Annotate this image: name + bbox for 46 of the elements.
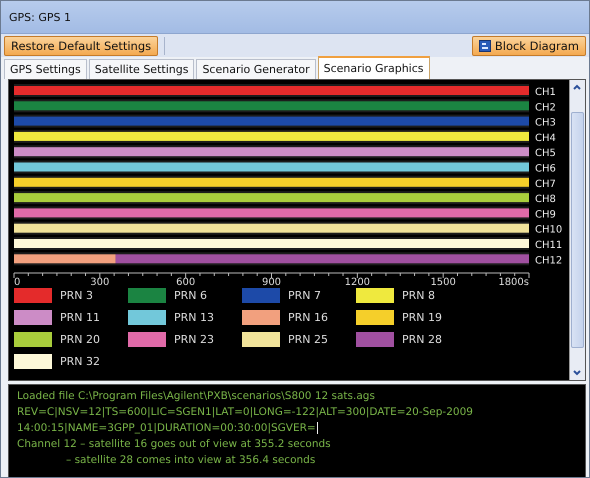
channel-label: CH1 — [535, 87, 556, 98]
tick-label: 1800s — [498, 277, 529, 286]
tick-label: 600 — [176, 277, 196, 286]
legend-label: PRN 16 — [288, 311, 328, 324]
channel-label: CH4 — [535, 132, 556, 144]
legend-label: PRN 19 — [402, 311, 442, 324]
tab[interactable]: GPS Settings — [4, 59, 87, 79]
channel-label: CH10 — [535, 224, 562, 236]
log-line: Loaded file C:\Program Files\Agilent\PXB\scenarios\S800 12 sats.ags — [17, 390, 375, 402]
diagram-icon — [478, 40, 491, 52]
tick-label: 0 — [14, 277, 20, 286]
channel-label: CH12 — [535, 255, 562, 266]
legend-label: PRN 8 — [402, 289, 435, 302]
legend-label: PRN 23 — [174, 333, 214, 346]
tick-label: 900 — [262, 277, 282, 286]
channel-label: CH6 — [535, 164, 556, 174]
channel-label: CH3 — [535, 118, 556, 129]
channel-label: CH5 — [535, 148, 556, 160]
restore-button[interactable]: Restore Default Settings — [4, 36, 158, 56]
legend-label: PRN 25 — [288, 333, 328, 346]
legend-label: PRN 6 — [174, 289, 207, 302]
channel-label: CH9 — [535, 209, 556, 220]
log-line: 14:00:15|NAME=3GPP_01|DURATION=00:30:00|SGVER= — [17, 422, 318, 434]
log-line: REV=C|NSV=12|TS=600|LIC=SGEN1|LAT=0|LONG=-122|ALT=300|DATE=20-Sep-2009 — [17, 406, 473, 418]
scrollbar[interactable] — [569, 80, 585, 380]
legend-label: PRN 7 — [288, 289, 321, 302]
legend-label: PRN 28 — [402, 333, 442, 346]
legend-label: PRN 20 — [60, 333, 100, 346]
log-line: Channel 12 – satellite 16 goes out of view at 355.2 seconds — [17, 438, 331, 450]
window-title: GPS: GPS 1 — [9, 10, 71, 24]
log-line: – satellite 28 comes into view at 356.4 seconds — [66, 454, 316, 466]
legend-label: PRN 11 — [60, 311, 100, 324]
tab[interactable]: Scenario Graphics — [318, 56, 430, 79]
block-diagram-button[interactable]: Block Diagram — [472, 36, 586, 56]
channel-label: CH2 — [535, 102, 556, 114]
channel-label: CH11 — [535, 240, 562, 251]
tick-label: 300 — [90, 277, 110, 286]
tick-label: 1500 — [430, 277, 456, 286]
tab[interactable]: Scenario Generator — [196, 59, 316, 79]
tab[interactable]: Satellite Settings — [88, 59, 194, 79]
legend-label: PRN 13 — [174, 311, 214, 324]
channel-label: CH7 — [535, 178, 556, 190]
channel-label: CH8 — [535, 194, 556, 206]
legend-label: PRN 3 — [60, 289, 93, 302]
tick-label: 1200 — [344, 277, 370, 286]
legend-label: PRN 32 — [60, 355, 100, 368]
